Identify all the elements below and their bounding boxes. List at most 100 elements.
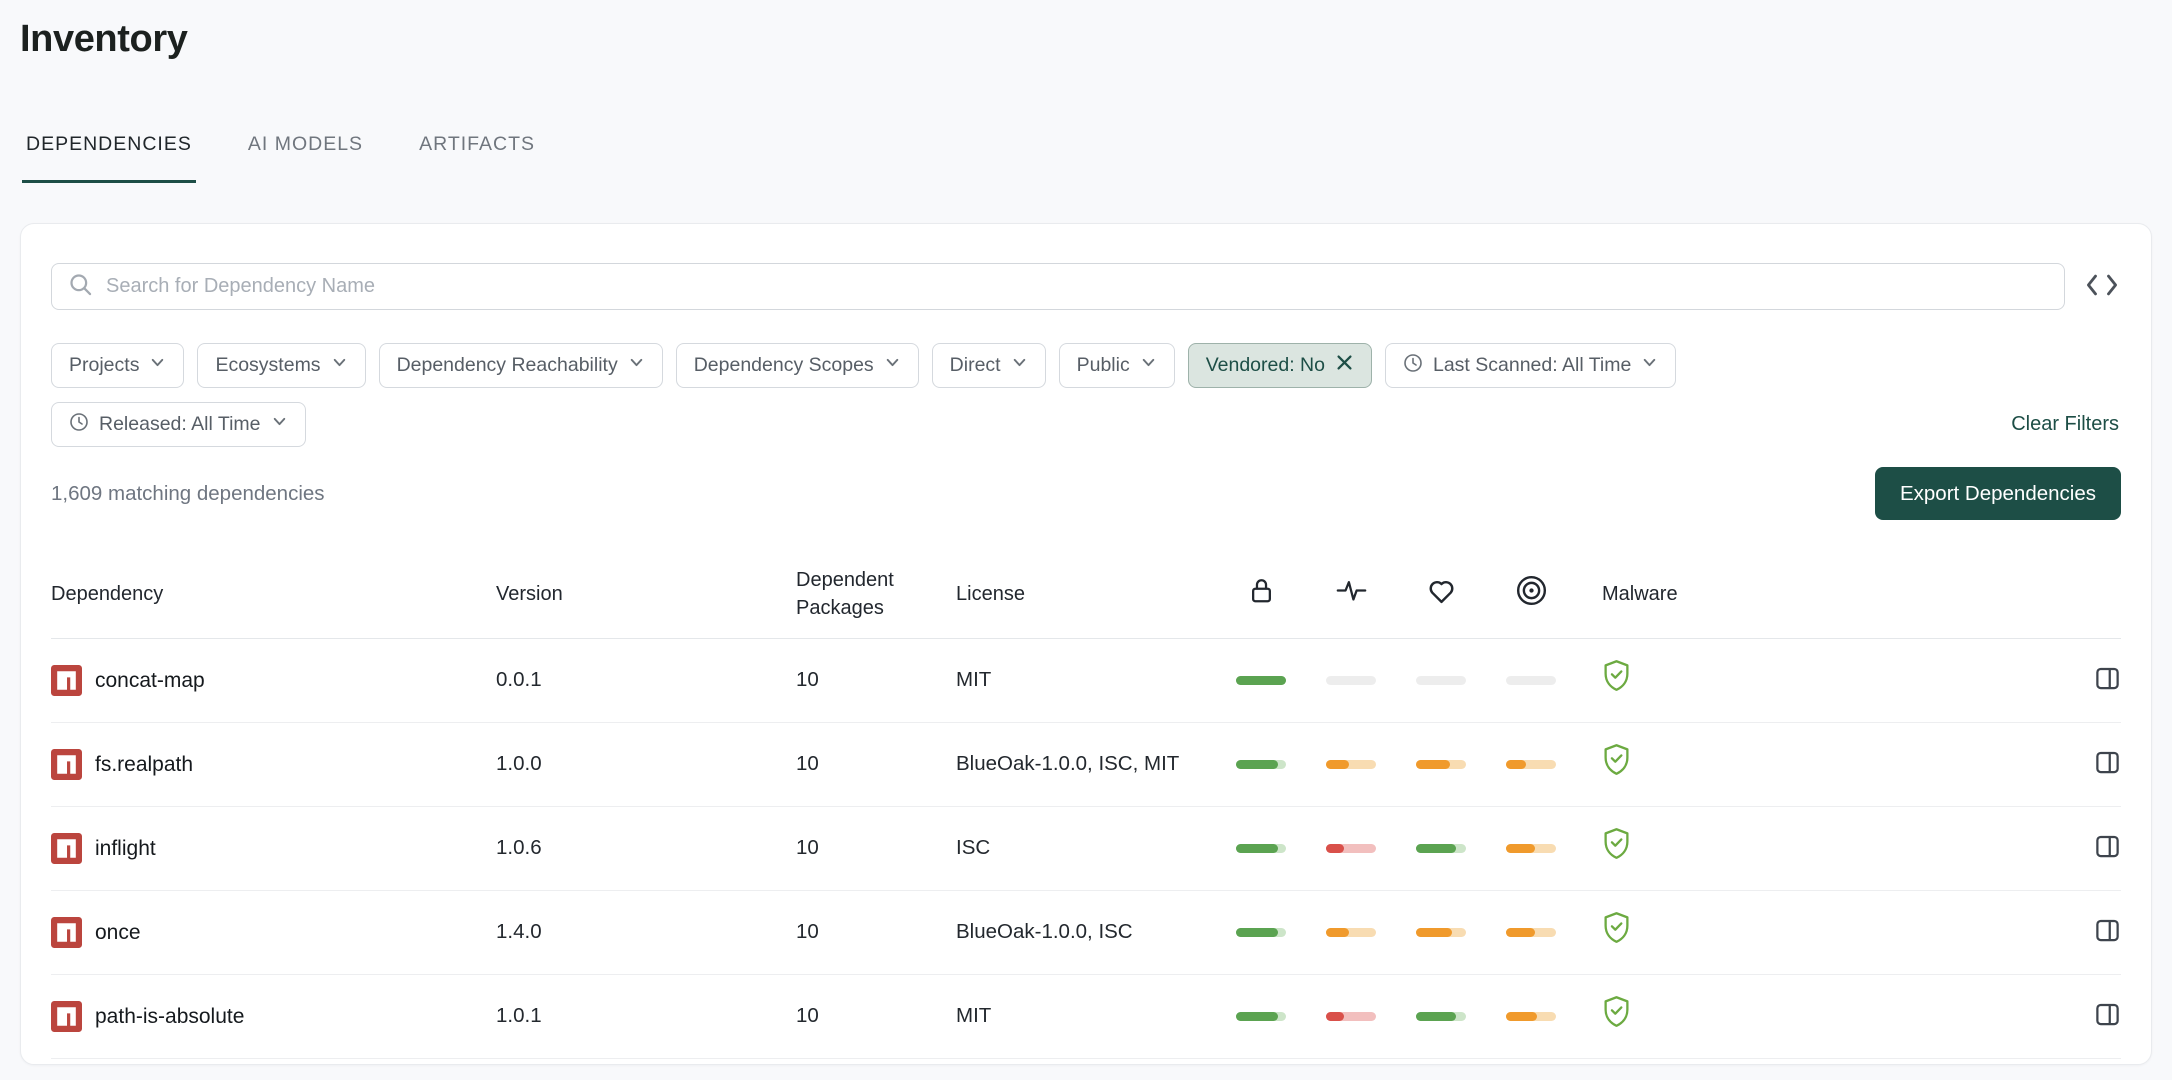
filter-chip-label: Dependency Scopes [694,354,874,377]
score-bar [1506,676,1556,685]
close-icon[interactable] [1335,353,1354,378]
supply-chain-score [1216,833,1306,863]
heart-icon [1426,576,1457,613]
filter-chip-row-1: Projects Ecosystems Dependency Reachabil… [51,343,2121,388]
score-bar [1416,1012,1466,1021]
score-bar [1326,844,1376,853]
table-body: concat-map 0.0.1 10 MIT [51,639,2121,1059]
npm-icon [51,749,82,780]
clock-icon [69,412,89,438]
quality-score [1306,749,1396,779]
maintenance-score [1396,749,1486,779]
dependency-version: 1.0.6 [496,833,796,863]
supply-chain-score [1216,917,1306,947]
supply-chain-score [1216,749,1306,779]
tab-ai-models[interactable]: AI MODELS [244,123,367,183]
column-header-version: Version [496,580,796,608]
dependencies-card: Projects Ecosystems Dependency Reachabil… [20,223,2152,1065]
column-header-supply-chain [1216,575,1306,614]
vulnerability-score [1486,833,1576,863]
table-row[interactable]: once 1.4.0 10 BlueOak-1.0.0, ISC [51,891,2121,975]
maintenance-score [1396,917,1486,947]
filter-chip[interactable]: Projects [51,343,184,388]
clear-filters-link[interactable]: Clear Filters [2009,409,2121,440]
quality-score [1306,917,1396,947]
chevron-down-icon [1140,354,1157,377]
score-bar [1326,928,1376,937]
tab-dependencies[interactable]: DEPENDENCIES [22,123,196,183]
dependency-version: 1.0.1 [496,1001,796,1031]
search-box [51,263,2065,310]
open-details-panel-button[interactable] [2094,665,2121,695]
open-details-panel-button[interactable] [2094,1001,2121,1031]
vulnerability-score [1486,665,1576,695]
target-icon [1515,574,1548,615]
tab-bar: DEPENDENCIES AI MODELS ARTIFACTS [20,123,2152,183]
dependent-packages-count: 10 [796,665,956,695]
chevron-down-icon [331,354,348,377]
pulse-icon [1336,577,1367,612]
open-details-panel-button[interactable] [2094,833,2121,863]
filter-chip-label: Released: All Time [99,413,261,436]
filter-bar: Projects Ecosystems Dependency Reachabil… [51,343,2121,447]
score-bar [1416,844,1466,853]
dependent-packages-count: 10 [796,833,956,863]
chevron-down-icon [1641,354,1658,377]
filter-chip-label: Dependency Reachability [397,354,618,377]
npm-icon [51,833,82,864]
table-row[interactable]: path-is-absolute 1.0.1 10 MIT [51,975,2121,1059]
code-query-button[interactable] [2083,270,2121,303]
table-row[interactable]: concat-map 0.0.1 10 MIT [51,639,2121,723]
score-bar [1416,676,1466,685]
export-dependencies-button[interactable]: Export Dependencies [1875,467,2121,520]
column-header-malware: Malware [1576,580,1756,608]
shield-check-icon [1602,743,1631,786]
maintenance-score [1396,833,1486,863]
dependency-name: once [95,918,141,948]
filter-chip[interactable]: Direct [932,343,1046,388]
column-header-dependency: Dependency [51,580,496,608]
filter-chip-row-2: Released: All Time Clear Filters [51,402,2121,447]
page-title: Inventory [20,0,2152,61]
dependency-license: MIT [956,1001,1216,1031]
maintenance-score [1396,1001,1486,1031]
npm-icon [51,917,82,948]
search-icon [67,271,94,303]
npm-icon [51,665,82,696]
filter-chip[interactable]: Dependency Scopes [676,343,919,388]
score-bar [1236,844,1286,853]
score-bar [1326,1012,1376,1021]
quality-score [1306,665,1396,695]
matching-count: 1,609 matching dependencies [51,482,325,506]
dependencies-table: Dependency Version Dependent Packages Li… [51,554,2121,1059]
shield-check-icon [1602,659,1631,702]
filter-chip[interactable]: Ecosystems [197,343,365,388]
search-input[interactable] [51,263,2065,310]
filter-chip[interactable]: Dependency Reachability [379,343,663,388]
tab-artifacts[interactable]: ARTIFACTS [415,123,539,183]
maintenance-score [1396,665,1486,695]
side-panel-icon [2094,1001,2121,1031]
score-bar [1506,928,1556,937]
filter-chip[interactable]: Released: All Time [51,402,306,447]
table-header: Dependency Version Dependent Packages Li… [51,554,2121,639]
filter-chip-label: Last Scanned: All Time [1433,354,1631,377]
open-details-panel-button[interactable] [2094,749,2121,779]
dependency-version: 1.0.0 [496,749,796,779]
filter-chip[interactable]: Vendored: No [1188,343,1372,388]
npm-icon [51,1001,82,1032]
filter-chip-label: Vendored: No [1206,354,1325,377]
chevron-down-icon [271,413,288,436]
table-row[interactable]: fs.realpath 1.0.0 10 BlueOak-1.0.0, ISC,… [51,723,2121,807]
side-panel-icon [2094,833,2121,863]
quality-score [1306,1001,1396,1031]
dependency-name: inflight [95,834,156,864]
filter-chip[interactable]: Last Scanned: All Time [1385,343,1676,388]
column-header-maintenance [1396,576,1486,613]
filter-chip[interactable]: Public [1059,343,1175,388]
results-actions-row: 1,609 matching dependencies Export Depen… [51,467,2121,520]
open-details-panel-button[interactable] [2094,917,2121,947]
score-bar [1326,760,1376,769]
score-bar [1236,676,1286,685]
table-row[interactable]: inflight 1.0.6 10 ISC [51,807,2121,891]
